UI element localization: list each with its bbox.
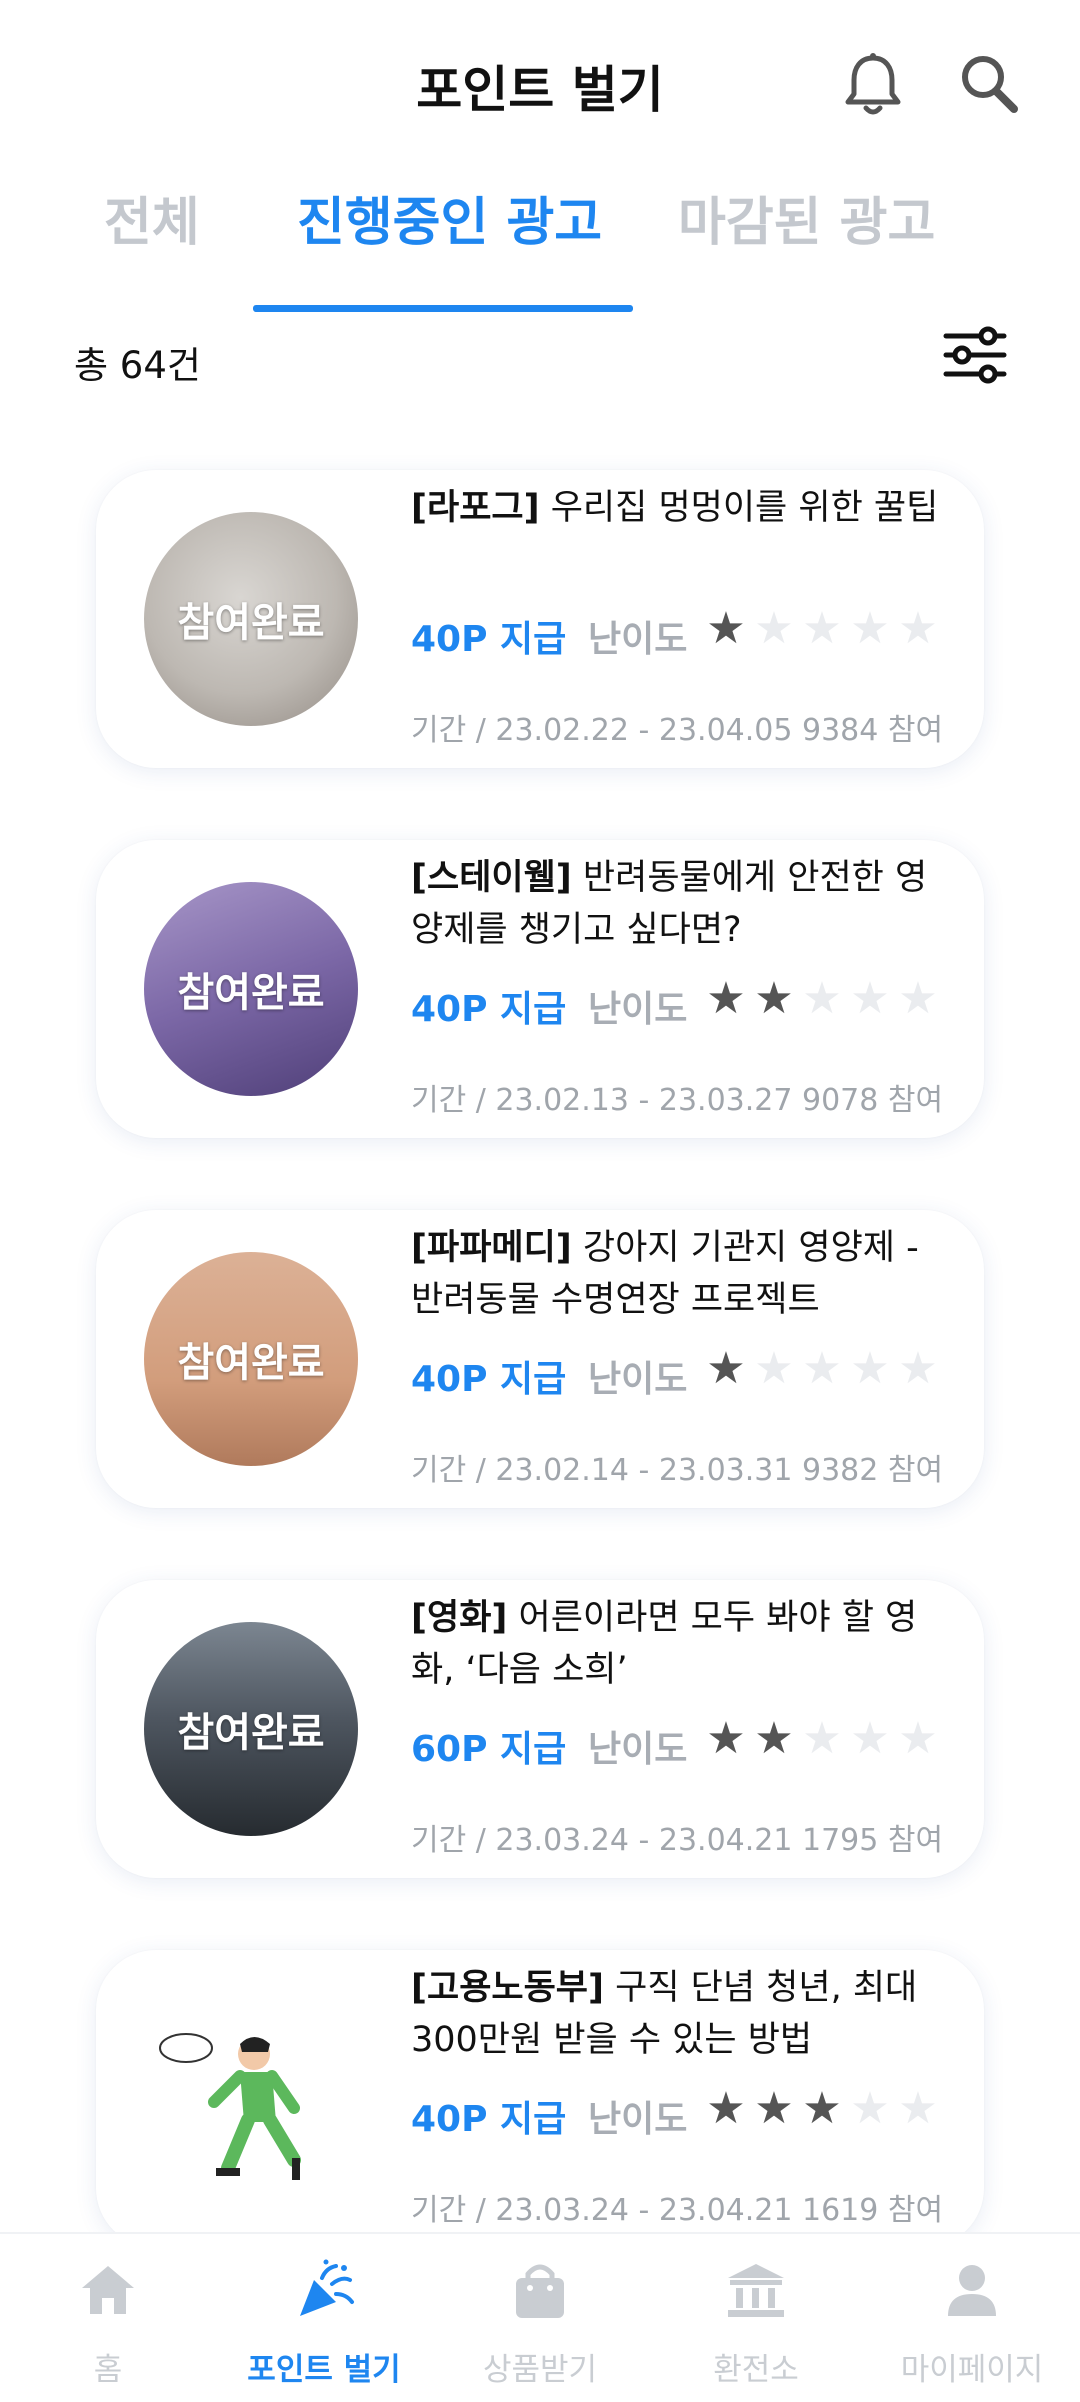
point-reward: 40P 지급 — [411, 1359, 567, 1400]
nav-label: 마이페이지 — [900, 2352, 1044, 2388]
tab-closed-ads[interactable]: 마감된 광고 — [678, 180, 935, 255]
difficulty-label: 난이도 — [588, 989, 688, 1030]
nav-my-page[interactable]: 마이페이지 — [864, 2234, 1080, 2402]
ad-title: [라포그] 우리집 멍멍이를 위한 꿀팁 — [411, 488, 939, 528]
difficulty-label: 난이도 — [588, 619, 688, 660]
star-empty-icon: ★ — [802, 1343, 842, 1394]
ad-card[interactable]: 참여완료 [라포그] 우리집 멍멍이를 위한 꿀팁 40P 지급 난이도 ★ ★ ★… — [96, 470, 984, 768]
active-tab-indicator — [253, 305, 633, 312]
tab-ongoing-ads[interactable]: 진행중인 광고 — [297, 180, 602, 255]
difficulty-label: 난이도 — [588, 2099, 688, 2140]
ad-thumbnail: 참여완료 — [144, 882, 358, 1096]
star-filled-icon: ★ — [706, 2083, 746, 2134]
star-empty-icon: ★ — [850, 973, 890, 1024]
nav-exchange[interactable]: 환전소 — [648, 2234, 864, 2402]
participated-label: 참여완료 — [177, 1710, 325, 1756]
point-reward: 40P 지급 — [411, 619, 567, 660]
difficulty-stars: ★ ★ ★ ★ ★ — [704, 604, 940, 654]
nav-label: 포인트 벌기 — [247, 2352, 401, 2388]
shopping-bag-icon — [516, 2264, 564, 2318]
star-filled-icon: ★ — [706, 1343, 746, 1394]
point-reward: 60P 지급 — [411, 1729, 567, 1770]
star-empty-icon: ★ — [802, 973, 842, 1024]
star-empty-icon: ★ — [850, 1713, 890, 1764]
star-filled-icon: ★ — [706, 603, 746, 654]
difficulty-stars: ★ ★ ★ ★ ★ — [704, 974, 940, 1024]
star-empty-icon: ★ — [898, 603, 938, 654]
top-app-bar: 포인트 벌기 — [0, 0, 1080, 170]
nav-get-products[interactable]: 상품받기 — [432, 2234, 648, 2402]
ad-period: 기간 / 23.02.13 - 23.03.27 9078 참여 — [411, 1083, 944, 1118]
star-empty-icon: ★ — [802, 1713, 842, 1764]
participated-label: 참여완료 — [177, 600, 325, 646]
ad-title: [영화] 어른이라면 모두 봐야 할 영화, ‘다음 소희’ — [411, 1598, 918, 1690]
star-filled-icon: ★ — [706, 973, 746, 1024]
page-title: 포인트 벌기 — [416, 61, 664, 119]
ad-thumbnail: 참여완료 — [144, 512, 358, 726]
total-count: 총 64건 — [74, 344, 201, 387]
filter-sliders-icon[interactable] — [942, 322, 1008, 388]
bank-icon — [728, 2264, 784, 2317]
ad-title: [고용노동부] 구직 단념 청년, 최대 300만원 받을 수 있는 방법 — [411, 1968, 918, 2060]
star-empty-icon: ★ — [754, 1343, 794, 1394]
star-empty-icon: ★ — [754, 603, 794, 654]
bell-icon[interactable] — [840, 50, 906, 120]
star-filled-icon: ★ — [754, 1713, 794, 1764]
search-icon[interactable] — [956, 50, 1022, 120]
star-empty-icon: ★ — [898, 2083, 938, 2134]
nav-earn-points[interactable]: 포인트 벌기 — [216, 2234, 432, 2402]
participated-label — [144, 1992, 358, 2206]
nav-label: 환전소 — [713, 2352, 799, 2388]
difficulty-stars: ★ ★ ★ ★ ★ — [704, 2084, 940, 2134]
ad-title: [스테이웰] 반려동물에게 안전한 영양제를 챙기고 싶다면? — [411, 858, 928, 950]
point-reward: 40P 지급 — [411, 2099, 567, 2140]
star-empty-icon: ★ — [898, 1713, 938, 1764]
ad-thumbnail: 참여완료 — [144, 1622, 358, 1836]
participated-label: 참여완료 — [177, 970, 325, 1016]
ad-card[interactable]: [고용노동부] 구직 단념 청년, 최대 300만원 받을 수 있는 방법 40… — [96, 1950, 984, 2248]
ad-period: 기간 / 23.03.24 - 23.04.21 1795 참여 — [411, 1823, 944, 1858]
difficulty-stars: ★ ★ ★ ★ ★ — [704, 1344, 940, 1394]
difficulty-stars: ★ ★ ★ ★ ★ — [704, 1714, 940, 1764]
ad-tabs: 전체 진행중인 광고 마감된 광고 — [0, 180, 1080, 312]
nav-label: 홈 — [93, 2352, 123, 2388]
ad-title: [파파메디] 강아지 기관지 영양제 - 반려동물 수명연장 프로젝트 — [411, 1228, 919, 1320]
party-popper-icon — [300, 2259, 354, 2316]
star-empty-icon: ★ — [850, 603, 890, 654]
star-filled-icon: ★ — [754, 973, 794, 1024]
participated-label: 참여완료 — [177, 1340, 325, 1386]
difficulty-label: 난이도 — [588, 1359, 688, 1400]
difficulty-label: 난이도 — [588, 1729, 688, 1770]
ad-card[interactable]: 참여완료 [파파메디] 강아지 기관지 영양제 - 반려동물 수명연장 프로젝트… — [96, 1210, 984, 1508]
star-empty-icon: ★ — [850, 2083, 890, 2134]
star-filled-icon: ★ — [706, 1713, 746, 1764]
star-empty-icon: ★ — [850, 1343, 890, 1394]
star-empty-icon: ★ — [898, 973, 938, 1024]
nav-label: 상품받기 — [482, 2352, 598, 2388]
tab-all[interactable]: 전체 — [104, 180, 200, 255]
person-icon — [948, 2265, 996, 2316]
ad-period: 기간 / 23.03.24 - 23.04.21 1619 참여 — [411, 2193, 944, 2228]
ad-thumbnail: 참여완료 — [144, 1252, 358, 1466]
ad-period: 기간 / 23.02.14 - 23.03.31 9382 참여 — [411, 1453, 944, 1488]
ad-thumbnail — [144, 1992, 358, 2206]
nav-home[interactable]: 홈 — [0, 2234, 216, 2402]
home-icon — [82, 2266, 134, 2314]
star-empty-icon: ★ — [898, 1343, 938, 1394]
bottom-navigation: 홈 포인트 벌기 상품받기 환전소 마이페이지 — [0, 2232, 1080, 2402]
star-filled-icon: ★ — [802, 2083, 842, 2134]
star-empty-icon: ★ — [802, 603, 842, 654]
point-reward: 40P 지급 — [411, 989, 567, 1030]
ad-card[interactable]: 참여완료 [영화] 어른이라면 모두 봐야 할 영화, ‘다음 소희’ 60P … — [96, 1580, 984, 1878]
ad-card[interactable]: 참여완료 [스테이웰] 반려동물에게 안전한 영양제를 챙기고 싶다면? 40P… — [96, 840, 984, 1138]
ad-period: 기간 / 23.02.22 - 23.04.05 9384 참여 — [411, 713, 944, 748]
star-filled-icon: ★ — [754, 2083, 794, 2134]
